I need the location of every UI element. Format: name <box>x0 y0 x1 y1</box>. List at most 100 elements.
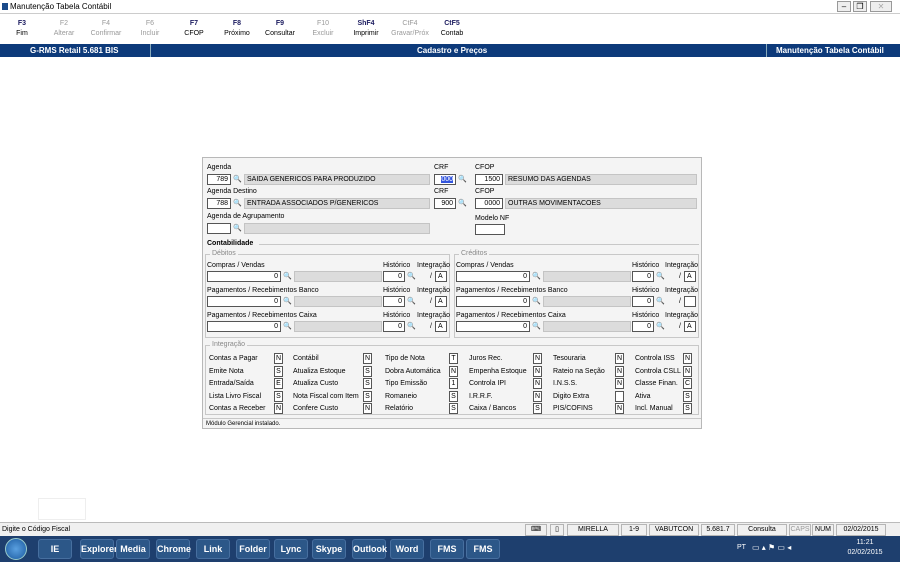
integracao-flag-input[interactable]: N <box>449 365 458 377</box>
agenda-code-input[interactable]: 789 <box>207 174 231 185</box>
credito-caixa-historico[interactable]: 0 <box>632 321 654 332</box>
search-icon[interactable]: 🔍 <box>655 297 666 307</box>
search-icon[interactable]: 🔍 <box>232 199 243 209</box>
debito-caixa-historico[interactable]: 0 <box>383 321 405 332</box>
integracao-flag-input[interactable]: S <box>449 403 458 414</box>
taskbar-app-media-icon[interactable]: Media <box>116 539 150 559</box>
integracao-flag-input[interactable]: N <box>615 378 624 389</box>
toolbar-button-confirmar[interactable]: F4 Confirmar <box>86 14 126 44</box>
integracao-flag-input[interactable]: S <box>274 365 283 377</box>
cfop-code-input-2[interactable]: 0000 <box>475 198 503 209</box>
integracao-flag-input[interactable]: 1 <box>449 378 458 389</box>
debito-compras-historico[interactable]: 0 <box>383 271 405 282</box>
integracao-flag-input[interactable]: N <box>615 365 624 377</box>
credito-compras-integracao[interactable]: A <box>684 271 696 282</box>
clock-time[interactable]: 11:21 <box>845 539 885 546</box>
debito-compras-input[interactable]: 0 <box>207 271 281 282</box>
integracao-flag-input[interactable]: N <box>274 353 283 364</box>
document-icon[interactable]: ▯ <box>550 524 564 536</box>
integracao-flag-input[interactable]: N <box>533 365 542 377</box>
taskbar-app-skype-icon[interactable]: Skype <box>312 539 346 559</box>
agrupamento-code-input[interactable] <box>207 223 231 234</box>
crf-input-2[interactable]: 900 <box>434 198 456 209</box>
integracao-flag-input[interactable]: N <box>274 403 283 414</box>
credito-caixa-integracao[interactable]: A <box>684 321 696 332</box>
keyboard-icon[interactable]: ⌨ <box>525 524 547 536</box>
modelo-nf-input[interactable] <box>475 224 505 235</box>
credito-caixa-input[interactable]: 0 <box>456 321 530 332</box>
debito-compras-integracao[interactable]: A <box>435 271 447 282</box>
language-indicator[interactable]: PT <box>737 544 746 551</box>
tray-icons[interactable]: ▭ ▴ ⚑ ▭ ◂ <box>752 543 791 552</box>
taskbar-app-lync-icon[interactable]: Lync <box>274 539 308 559</box>
minimize-icon[interactable]: – <box>837 1 851 12</box>
credito-banco-input[interactable]: 0 <box>456 296 530 307</box>
integracao-flag-input[interactable]: S <box>449 390 458 402</box>
taskbar-app-fms-icon[interactable]: FMS <box>430 539 464 559</box>
search-icon[interactable]: 🔍 <box>655 322 666 332</box>
credito-banco-historico[interactable]: 0 <box>632 296 654 307</box>
clock-date[interactable]: 02/02/2015 <box>845 549 885 556</box>
debito-banco-input[interactable]: 0 <box>207 296 281 307</box>
toolbar-button-consultar[interactable]: F9 Consultar <box>260 14 300 44</box>
debito-caixa-integracao[interactable]: A <box>435 321 447 332</box>
integracao-flag-input[interactable]: S <box>683 390 692 402</box>
toolbar-button-incluir[interactable]: F6 Incluir <box>130 14 170 44</box>
integracao-flag-input[interactable]: N <box>533 378 542 389</box>
integracao-flag-input[interactable]: N <box>533 353 542 364</box>
taskbar-app-folder-icon[interactable]: Folder <box>236 539 270 559</box>
credito-compras-historico[interactable]: 0 <box>632 271 654 282</box>
search-icon[interactable]: 🔍 <box>531 272 542 282</box>
integracao-flag-input[interactable]: N <box>683 365 692 377</box>
debito-banco-integracao[interactable]: A <box>435 296 447 307</box>
search-icon[interactable]: 🔍 <box>232 224 243 234</box>
close-icon[interactable]: ✕ <box>870 1 892 12</box>
integracao-flag-input[interactable]: T <box>449 353 458 364</box>
search-icon[interactable]: 🔍 <box>406 297 417 307</box>
integracao-flag-input[interactable]: N <box>363 353 372 364</box>
search-icon[interactable]: 🔍 <box>282 322 293 332</box>
search-icon[interactable]: 🔍 <box>406 272 417 282</box>
taskbar-app-chrome-icon[interactable]: Chrome <box>156 539 191 559</box>
taskbar-app-link-icon[interactable]: Link <box>196 539 230 559</box>
integracao-flag-input[interactable]: E <box>274 378 283 389</box>
integracao-flag-input[interactable]: C <box>683 378 692 389</box>
integracao-flag-input[interactable]: N <box>683 353 692 364</box>
integracao-flag-input[interactable]: N <box>533 390 542 402</box>
agenda-destino-code-input[interactable]: 788 <box>207 198 231 209</box>
integracao-flag-input[interactable]: S <box>533 403 542 414</box>
integracao-flag-input[interactable]: S <box>363 378 372 389</box>
toolbar-button-gravar-prox[interactable]: CtF4 Gravar/Próx <box>389 14 431 44</box>
toolbar-button-fim[interactable]: F3 Fim <box>2 14 42 44</box>
search-icon[interactable]: 🔍 <box>457 175 468 185</box>
toolbar-button-imprimir[interactable]: ShF4 Imprimir <box>346 14 386 44</box>
search-icon[interactable]: 🔍 <box>232 175 243 185</box>
taskbar-app-word-icon[interactable]: Word <box>390 539 424 559</box>
taskbar-app-outlook-icon[interactable]: Outlook <box>352 539 387 559</box>
taskbar-app-ie-icon[interactable]: IE <box>38 539 72 559</box>
integracao-flag-input[interactable]: N <box>363 403 372 414</box>
toolbar-button-proximo[interactable]: F8 Próximo <box>217 14 257 44</box>
toolbar-button-excluir[interactable]: F10 Excluir <box>303 14 343 44</box>
crf-input[interactable]: 000 <box>434 174 456 185</box>
integracao-flag-input[interactable]: N <box>615 403 624 414</box>
integracao-flag-input[interactable]: S <box>363 365 372 377</box>
cfop-code-input[interactable]: 1500 <box>475 174 503 185</box>
credito-banco-integracao[interactable] <box>684 296 696 307</box>
search-icon[interactable]: 🔍 <box>531 322 542 332</box>
search-icon[interactable]: 🔍 <box>655 272 666 282</box>
toolbar-button-contab[interactable]: CtF5 Contab <box>432 14 472 44</box>
taskbar-app-fms-icon[interactable]: FMS <box>466 539 500 559</box>
restore-icon[interactable]: ❐ <box>853 1 867 12</box>
integracao-flag-input[interactable]: S <box>363 390 372 402</box>
search-icon[interactable]: 🔍 <box>406 322 417 332</box>
debito-caixa-input[interactable]: 0 <box>207 321 281 332</box>
integracao-flag-input[interactable]: S <box>274 390 283 402</box>
search-icon[interactable]: 🔍 <box>282 272 293 282</box>
taskbar-app-explorer-icon[interactable]: Explorer <box>80 539 118 559</box>
search-icon[interactable]: 🔍 <box>282 297 293 307</box>
integracao-flag-input[interactable] <box>615 390 624 402</box>
search-icon[interactable]: 🔍 <box>531 297 542 307</box>
search-icon[interactable]: 🔍 <box>457 199 468 209</box>
start-button[interactable] <box>5 538 27 560</box>
